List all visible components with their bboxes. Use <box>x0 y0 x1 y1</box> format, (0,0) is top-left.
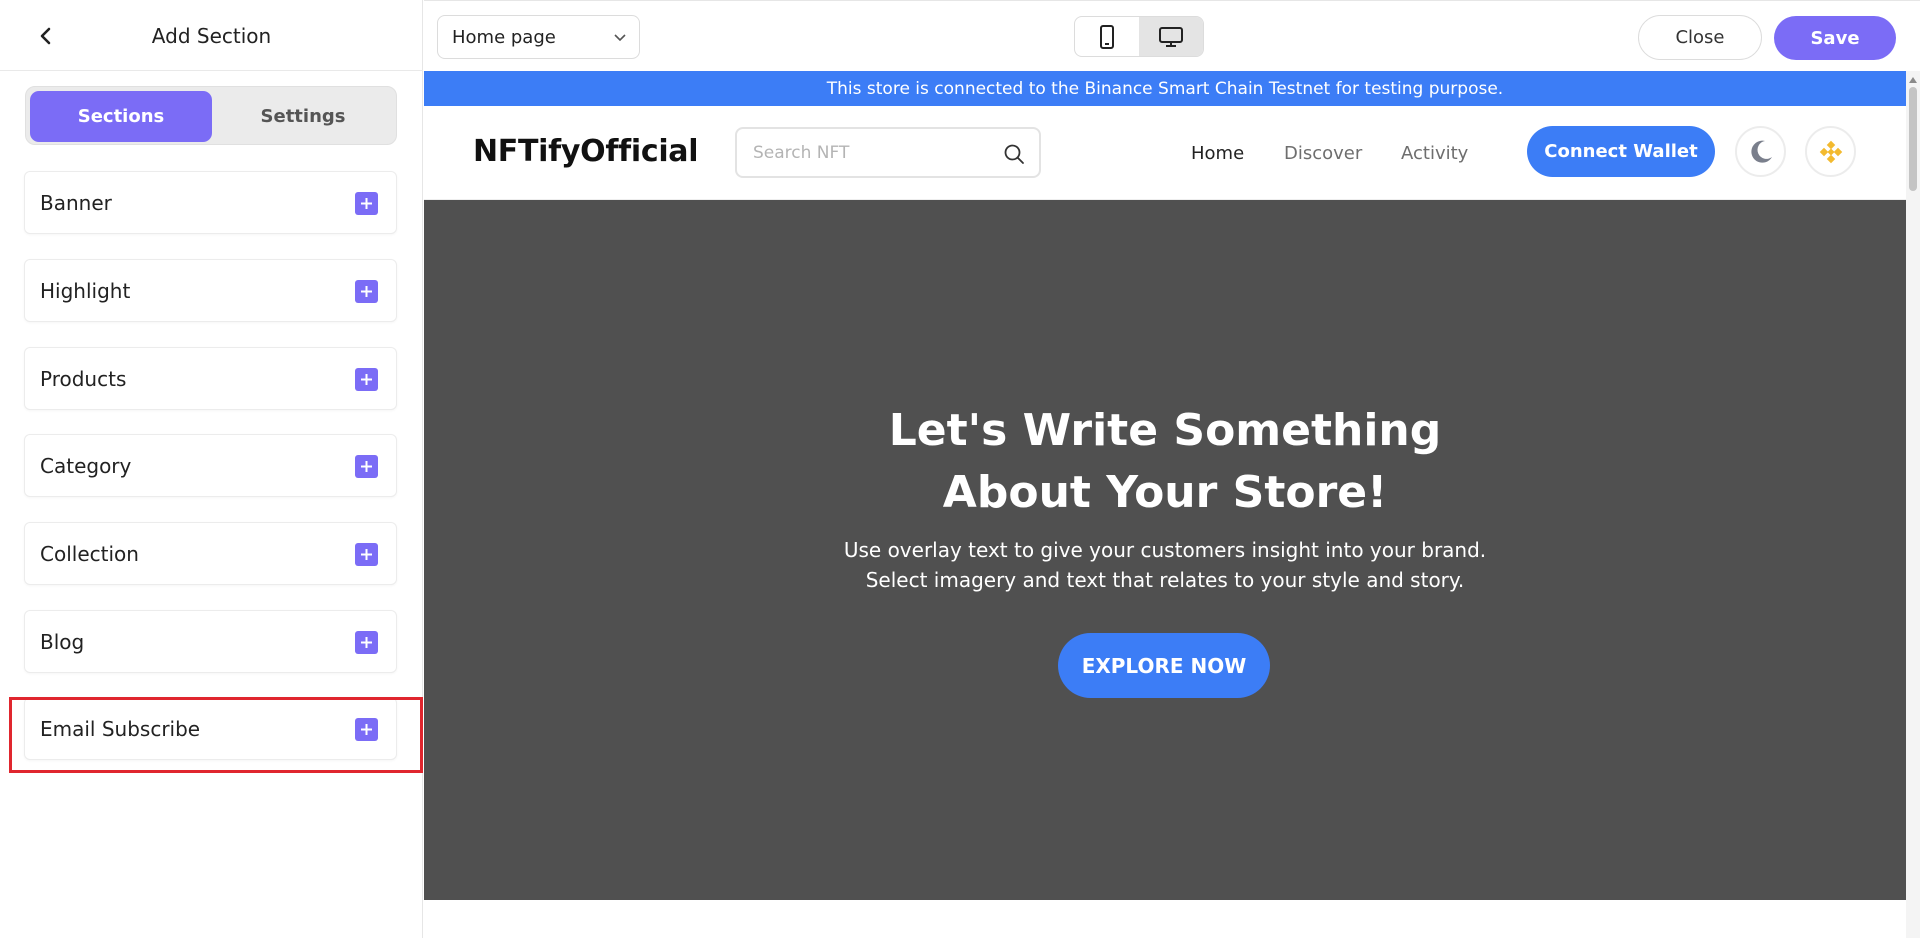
desktop-view-button[interactable] <box>1139 17 1203 56</box>
nav-link-discover[interactable]: Discover <box>1284 143 1362 164</box>
close-button[interactable]: Close <box>1638 15 1762 60</box>
search-icon[interactable] <box>1003 143 1025 165</box>
section-item-email-subscribe[interactable]: Email Subscribe <box>24 697 397 760</box>
add-icon[interactable] <box>355 718 378 741</box>
hero-title-line: Let's Write Something <box>888 405 1442 456</box>
hero-title: Let's Write Something About Your Store! <box>424 400 1906 524</box>
explore-now-button[interactable]: EXPLORE NOW <box>1058 633 1270 698</box>
section-item-label: Blog <box>40 630 85 654</box>
add-icon[interactable] <box>355 543 378 566</box>
mobile-view-button[interactable] <box>1075 17 1139 56</box>
store-search <box>735 127 1041 178</box>
add-icon[interactable] <box>355 368 378 391</box>
save-button[interactable]: Save <box>1774 16 1896 60</box>
add-icon[interactable] <box>355 280 378 303</box>
scroll-up-arrow-icon[interactable] <box>1909 77 1917 83</box>
section-item-products[interactable]: Products <box>24 347 397 410</box>
panel-title: Add Section <box>151 24 272 48</box>
nav-link-activity[interactable]: Activity <box>1401 143 1468 164</box>
section-item-label: Collection <box>40 542 139 566</box>
add-icon[interactable] <box>355 455 378 478</box>
add-icon[interactable] <box>355 631 378 654</box>
hero-subtitle: Use overlay text to give your customers … <box>424 535 1906 595</box>
store-search-input[interactable] <box>753 141 993 165</box>
moon-icon <box>1750 140 1772 163</box>
hero-banner: Let's Write Something About Your Store! … <box>424 200 1906 900</box>
testnet-notice: This store is connected to the Binance S… <box>424 71 1906 106</box>
scroll-thumb[interactable] <box>1909 87 1917 191</box>
page-select-value: Home page <box>452 27 556 48</box>
binance-icon <box>1819 140 1842 163</box>
hero-subtitle-line: Use overlay text to give your customers … <box>843 538 1487 562</box>
tab-settings[interactable]: Settings <box>212 91 394 142</box>
app-root: Add Section Sections Settings Banner Hig… <box>0 0 1920 938</box>
section-item-blog[interactable]: Blog <box>24 610 397 673</box>
preview-scrollbar[interactable] <box>1906 71 1920 938</box>
panel-header: Add Section <box>0 0 423 71</box>
nav-link-home[interactable]: Home <box>1191 143 1244 164</box>
section-item-category[interactable]: Category <box>24 434 397 497</box>
panel-tabs: Sections Settings <box>25 86 397 145</box>
section-item-label: Category <box>40 454 132 478</box>
add-section-panel: Add Section Sections Settings Banner Hig… <box>0 0 423 938</box>
store-header: NFTifyOfficial Home Discover Activity Co… <box>424 106 1906 200</box>
hero-title-line: About Your Store! <box>942 467 1388 518</box>
section-item-label: Banner <box>40 191 112 215</box>
add-icon[interactable] <box>355 192 378 215</box>
section-item-label: Email Subscribe <box>40 717 201 741</box>
mobile-icon <box>1100 24 1114 49</box>
store-preview: This store is connected to the Binance S… <box>424 71 1906 938</box>
section-item-collection[interactable]: Collection <box>24 522 397 585</box>
store-logo[interactable]: NFTifyOfficial <box>473 134 699 169</box>
section-item-label: Highlight <box>40 279 131 303</box>
section-item-banner[interactable]: Banner <box>24 171 397 234</box>
section-item-highlight[interactable]: Highlight <box>24 259 397 322</box>
theme-toggle-button[interactable] <box>1735 126 1786 177</box>
connect-wallet-button[interactable]: Connect Wallet <box>1527 126 1715 177</box>
section-item-label: Products <box>40 367 127 391</box>
chevron-down-icon <box>614 34 626 42</box>
hero-subtitle-line: Select imagery and text that relates to … <box>865 568 1465 592</box>
editor-toolbar: Home page Close Save <box>424 0 1920 70</box>
page-select-dropdown[interactable]: Home page <box>437 15 640 59</box>
device-toggle <box>1074 16 1204 57</box>
network-button[interactable] <box>1805 126 1856 177</box>
desktop-icon <box>1159 26 1183 47</box>
tab-sections[interactable]: Sections <box>30 91 212 142</box>
